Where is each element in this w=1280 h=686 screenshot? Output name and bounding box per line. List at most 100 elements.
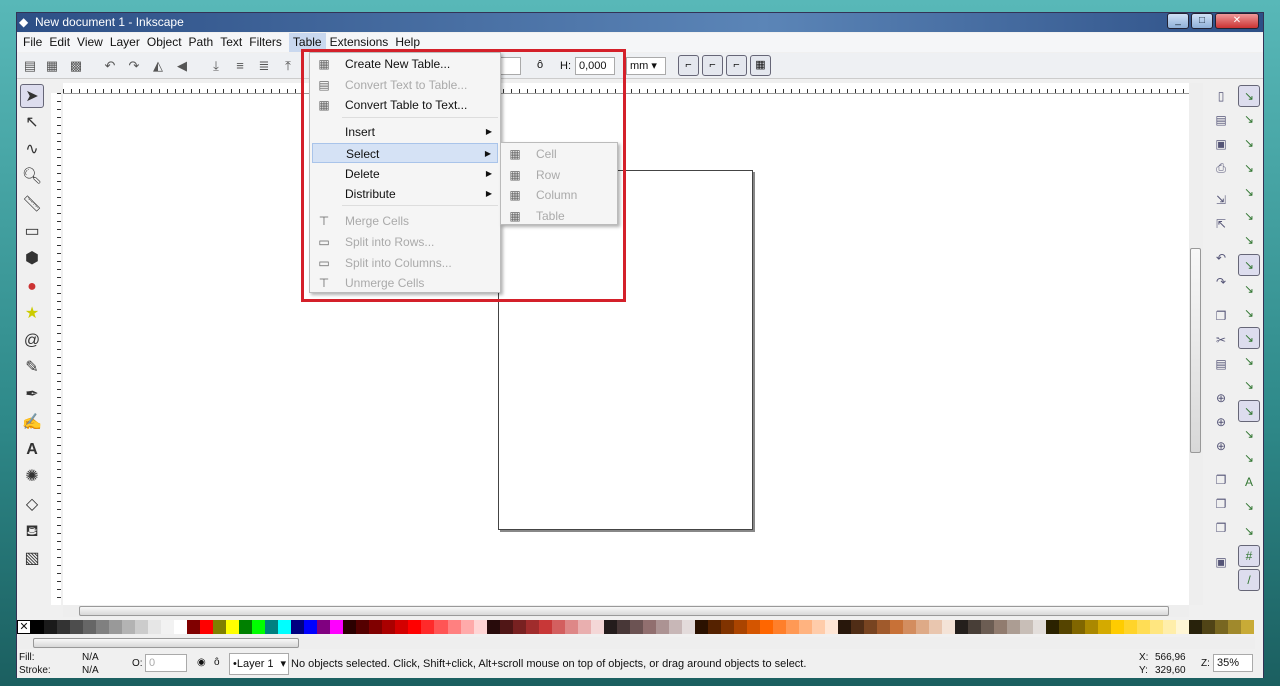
color-swatch[interactable] — [161, 620, 175, 634]
color-swatch[interactable] — [681, 620, 695, 634]
menu-file[interactable]: File — [23, 33, 49, 52]
vertical-scroll-thumb[interactable] — [1190, 248, 1201, 453]
opacity-field[interactable]: 0 — [145, 654, 187, 672]
lower-to-bottom-icon[interactable]: ⤓ — [207, 57, 225, 75]
lower-icon[interactable]: ≡ — [231, 57, 249, 75]
snap-control-icon[interactable]: ↘ — [1238, 230, 1260, 252]
raise-to-top-icon[interactable]: ⤒ — [279, 57, 297, 75]
color-swatch[interactable] — [811, 620, 825, 634]
color-swatch[interactable] — [148, 620, 162, 634]
color-swatch[interactable] — [1072, 620, 1086, 634]
rotate-cw-icon[interactable]: ↷ — [125, 57, 143, 75]
color-swatch[interactable] — [746, 620, 760, 634]
import-icon[interactable]: ⇲ — [1209, 193, 1233, 213]
color-swatch[interactable] — [824, 620, 838, 634]
snap-control-icon[interactable]: A — [1238, 472, 1260, 494]
color-swatch[interactable] — [1033, 620, 1047, 634]
snap-control-icon[interactable]: ↘ — [1238, 351, 1260, 373]
undo-icon[interactable]: ↶ — [1209, 251, 1233, 271]
scale-corners-button[interactable]: ⌐ — [702, 55, 723, 76]
open-icon[interactable]: ▤ — [1209, 113, 1233, 133]
pen-tool-icon[interactable]: ✒ — [20, 383, 44, 407]
color-swatch[interactable] — [1137, 620, 1151, 634]
color-swatch[interactable] — [408, 620, 422, 634]
color-swatch[interactable] — [44, 620, 58, 634]
color-swatch[interactable] — [929, 620, 943, 634]
redo-icon[interactable]: ↷ — [1209, 275, 1233, 295]
vertical-scrollbar[interactable] — [1189, 83, 1203, 605]
color-swatch[interactable] — [1228, 620, 1242, 634]
fill-value[interactable]: N/A — [82, 652, 99, 663]
zoom-page-icon[interactable]: ⊕ — [1209, 439, 1233, 459]
zoom-selection-icon[interactable]: ⊕ — [1209, 391, 1233, 411]
color-swatch[interactable] — [1098, 620, 1112, 634]
snap-control-icon[interactable]: ↘ — [1238, 327, 1260, 349]
color-swatch[interactable] — [1176, 620, 1190, 634]
color-swatch[interactable] — [785, 620, 799, 634]
paint-bucket-tool-icon[interactable]: ⛾ — [20, 520, 44, 544]
color-swatch[interactable] — [122, 620, 136, 634]
text-tool-icon[interactable]: A — [20, 438, 44, 462]
color-swatch[interactable] — [70, 620, 84, 634]
ellipse-tool-icon[interactable]: ● — [20, 275, 44, 299]
paste-icon[interactable]: ▤ — [1209, 357, 1233, 377]
color-swatch[interactable] — [1202, 620, 1216, 634]
color-swatch[interactable] — [1007, 620, 1021, 634]
color-swatch[interactable] — [382, 620, 396, 634]
menu-view[interactable]: View — [77, 33, 110, 52]
snap-control-icon[interactable]: ↘ — [1238, 448, 1260, 470]
color-swatch[interactable] — [1215, 620, 1229, 634]
color-swatch[interactable] — [903, 620, 917, 634]
group-icon[interactable]: ▣ — [1209, 555, 1233, 575]
color-swatch[interactable] — [1111, 620, 1125, 634]
tweak-tool-icon[interactable]: ∿ — [20, 138, 44, 162]
color-swatch[interactable] — [226, 620, 240, 634]
color-swatch[interactable] — [187, 620, 201, 634]
color-swatch[interactable] — [265, 620, 279, 634]
color-swatch[interactable] — [772, 620, 786, 634]
color-swatch[interactable] — [942, 620, 956, 634]
snap-control-icon[interactable]: ↘ — [1238, 109, 1260, 131]
color-swatch[interactable] — [850, 620, 864, 634]
color-swatch[interactable] — [864, 620, 878, 634]
color-swatch[interactable] — [525, 620, 539, 634]
copy-icon[interactable]: ❐ — [1209, 309, 1233, 329]
spiral-tool-icon[interactable]: @ — [20, 329, 44, 353]
color-swatch[interactable] — [759, 620, 773, 634]
flip-vertical-icon[interactable]: ◀ — [173, 57, 191, 75]
star-tool-icon[interactable]: ★ — [20, 302, 44, 326]
color-swatch[interactable] — [564, 620, 578, 634]
duplicate-icon[interactable]: ❐ — [1209, 473, 1233, 493]
color-swatch[interactable] — [486, 620, 500, 634]
color-swatch[interactable] — [434, 620, 448, 634]
rectangle-tool-icon[interactable]: ▭ — [20, 220, 44, 244]
menu-edit[interactable]: Edit — [49, 33, 77, 52]
color-swatch[interactable] — [499, 620, 513, 634]
color-swatch[interactable] — [798, 620, 812, 634]
snap-control-icon[interactable]: ↘ — [1238, 399, 1260, 422]
snap-control-icon[interactable]: ↘ — [1238, 85, 1260, 107]
color-swatch[interactable] — [421, 620, 435, 634]
color-swatch[interactable] — [720, 620, 734, 634]
zoom-tool-icon[interactable]: 🔍︎ — [20, 165, 44, 189]
color-swatch[interactable] — [512, 620, 526, 634]
transform-patterns-button[interactable]: ▦ — [750, 55, 771, 76]
color-swatch[interactable] — [1059, 620, 1073, 634]
snap-control-icon[interactable]: ↘ — [1238, 182, 1260, 204]
no-paint-swatch[interactable]: ✕ — [17, 620, 31, 634]
color-swatch[interactable] — [96, 620, 110, 634]
3d-box-tool-icon[interactable]: ⬢ — [20, 247, 44, 271]
color-swatch[interactable] — [1163, 620, 1177, 634]
snap-control-icon[interactable]: ↘ — [1238, 206, 1260, 228]
color-swatch[interactable] — [1085, 620, 1099, 634]
cut-icon[interactable]: ✂ — [1209, 333, 1233, 353]
color-swatch[interactable] — [668, 620, 682, 634]
color-swatch[interactable] — [890, 620, 904, 634]
node-tool-icon[interactable]: ↖ — [20, 111, 44, 135]
color-swatch[interactable] — [278, 620, 292, 634]
color-swatch[interactable] — [551, 620, 565, 634]
menu-object[interactable]: Object — [147, 33, 189, 52]
zoom-drawing-icon[interactable]: ⊕ — [1209, 415, 1233, 435]
color-swatch[interactable] — [629, 620, 643, 634]
snap-control-icon[interactable]: ↘ — [1238, 303, 1260, 325]
